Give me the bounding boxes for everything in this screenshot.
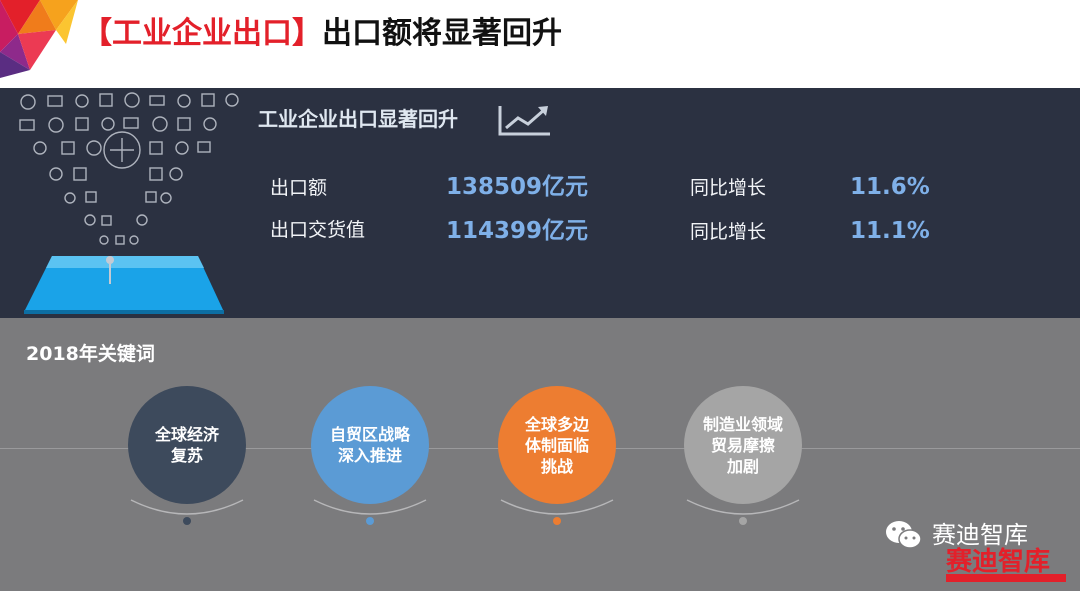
trend-up-icon — [498, 106, 550, 136]
keyword-dot-2 — [366, 517, 374, 525]
keyword-text-2: 自贸区战略 深入推进 — [329, 425, 410, 465]
digital-funnel-illustration — [19, 92, 239, 314]
keyword-dot-3 — [553, 517, 561, 525]
export-delivery-label: 出口交货值 — [270, 219, 366, 241]
svg-text:赛迪智库: 赛迪智库 — [945, 546, 1050, 577]
keyword-dot-4 — [739, 517, 747, 525]
colorful-triangles-logo — [0, 0, 78, 78]
export-summary-panel: 工业企业出口显著回升 出口额 138509亿元 同比增长 11.6% 出口交货值… — [0, 88, 1080, 318]
keyword-text-3: 全球多边 体制面临 挑战 — [524, 414, 589, 476]
slide-title-tag: 【工业企业出口】 — [82, 16, 322, 51]
export-amount-growth-label: 同比增长 — [690, 177, 767, 199]
keyword-circle-1: 全球经济 复苏 — [128, 386, 246, 504]
keyword-text-1: 全球经济 复苏 — [154, 425, 219, 465]
ccid-think-tank-logo: 赛迪智库 — [945, 546, 1066, 582]
wechat-icon — [886, 521, 922, 549]
keyword-circle-4: 制造业领域 贸易摩擦 加剧 — [684, 386, 802, 504]
keyword-circle-2: 自贸区战略 深入推进 — [311, 386, 429, 504]
keywords-panel: 2018年关键词 全球经济 复苏 自贸区战略 深入推进 全球多边 体制面临 挑战… — [0, 318, 1080, 591]
keyword-dot-1 — [183, 517, 191, 525]
keyword-text-4: 制造业领域 贸易摩擦 加剧 — [702, 414, 783, 476]
export-delivery-value: 114399亿元 — [446, 218, 589, 244]
export-delivery-growth-value: 11.1% — [850, 218, 930, 244]
export-amount-growth-value: 11.6% — [850, 174, 930, 200]
export-amount-value: 138509亿元 — [446, 174, 589, 200]
keywords-heading: 2018年关键词 — [26, 343, 155, 365]
slide-header: 【工业企业出口】出口额将显著回升 — [0, 0, 1080, 88]
slide-title-text: 出口额将显著回升 — [322, 16, 562, 51]
export-delivery-growth-label: 同比增长 — [690, 221, 767, 243]
export-amount-label: 出口额 — [270, 177, 328, 199]
panel-heading: 工业企业出口显著回升 — [258, 107, 458, 131]
slide-title: 【工业企业出口】出口额将显著回升 — [82, 10, 562, 58]
keyword-circle-3: 全球多边 体制面临 挑战 — [498, 386, 616, 504]
